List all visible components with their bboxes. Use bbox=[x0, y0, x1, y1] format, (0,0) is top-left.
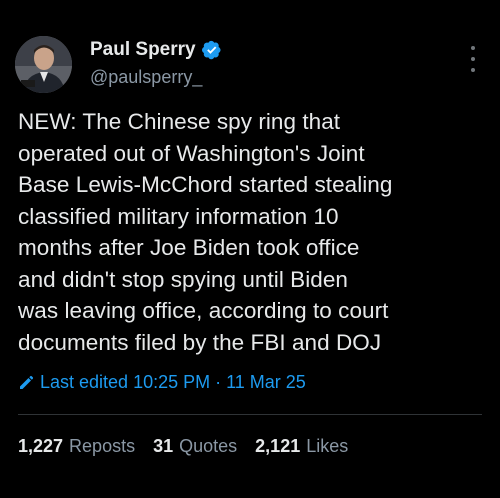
more-dot-icon bbox=[471, 68, 475, 72]
divider bbox=[18, 414, 482, 415]
profile-photo-icon bbox=[15, 36, 72, 93]
edited-timestamp: Last edited 10:25 PM · 11 Mar 25 bbox=[40, 372, 306, 392]
edit-history-link[interactable]: Last edited 10:25 PM · 11 Mar 25 bbox=[18, 372, 306, 393]
quotes-stat[interactable]: 31 Quotes bbox=[153, 436, 237, 457]
more-dot-icon bbox=[471, 46, 475, 50]
more-dot-icon bbox=[471, 57, 475, 61]
display-name[interactable]: Paul Sperry bbox=[90, 38, 196, 62]
author-name-row: Paul Sperry bbox=[90, 38, 222, 62]
quotes-label: Quotes bbox=[179, 436, 238, 456]
engagement-stats: 1,227 Reposts 31 Quotes 2,121 Likes bbox=[18, 436, 366, 457]
avatar[interactable] bbox=[15, 36, 72, 93]
reposts-stat[interactable]: 1,227 Reposts bbox=[18, 436, 135, 457]
likes-stat[interactable]: 2,121 Likes bbox=[255, 436, 348, 457]
reposts-label: Reposts bbox=[69, 436, 136, 456]
quotes-count: 31 bbox=[153, 436, 174, 456]
likes-count: 2,121 bbox=[255, 436, 301, 456]
verified-badge-icon bbox=[201, 40, 222, 60]
author-handle[interactable]: @paulsperry_ bbox=[90, 66, 202, 88]
more-options-button[interactable] bbox=[468, 46, 478, 72]
tweet-card: Paul Sperry @paulsperry_ NEW: The Chines… bbox=[0, 0, 500, 498]
reposts-count: 1,227 bbox=[18, 436, 64, 456]
pencil-icon bbox=[18, 375, 34, 391]
likes-label: Likes bbox=[306, 436, 349, 456]
tweet-text: NEW: The Chinese spy ring that operated … bbox=[18, 109, 393, 355]
